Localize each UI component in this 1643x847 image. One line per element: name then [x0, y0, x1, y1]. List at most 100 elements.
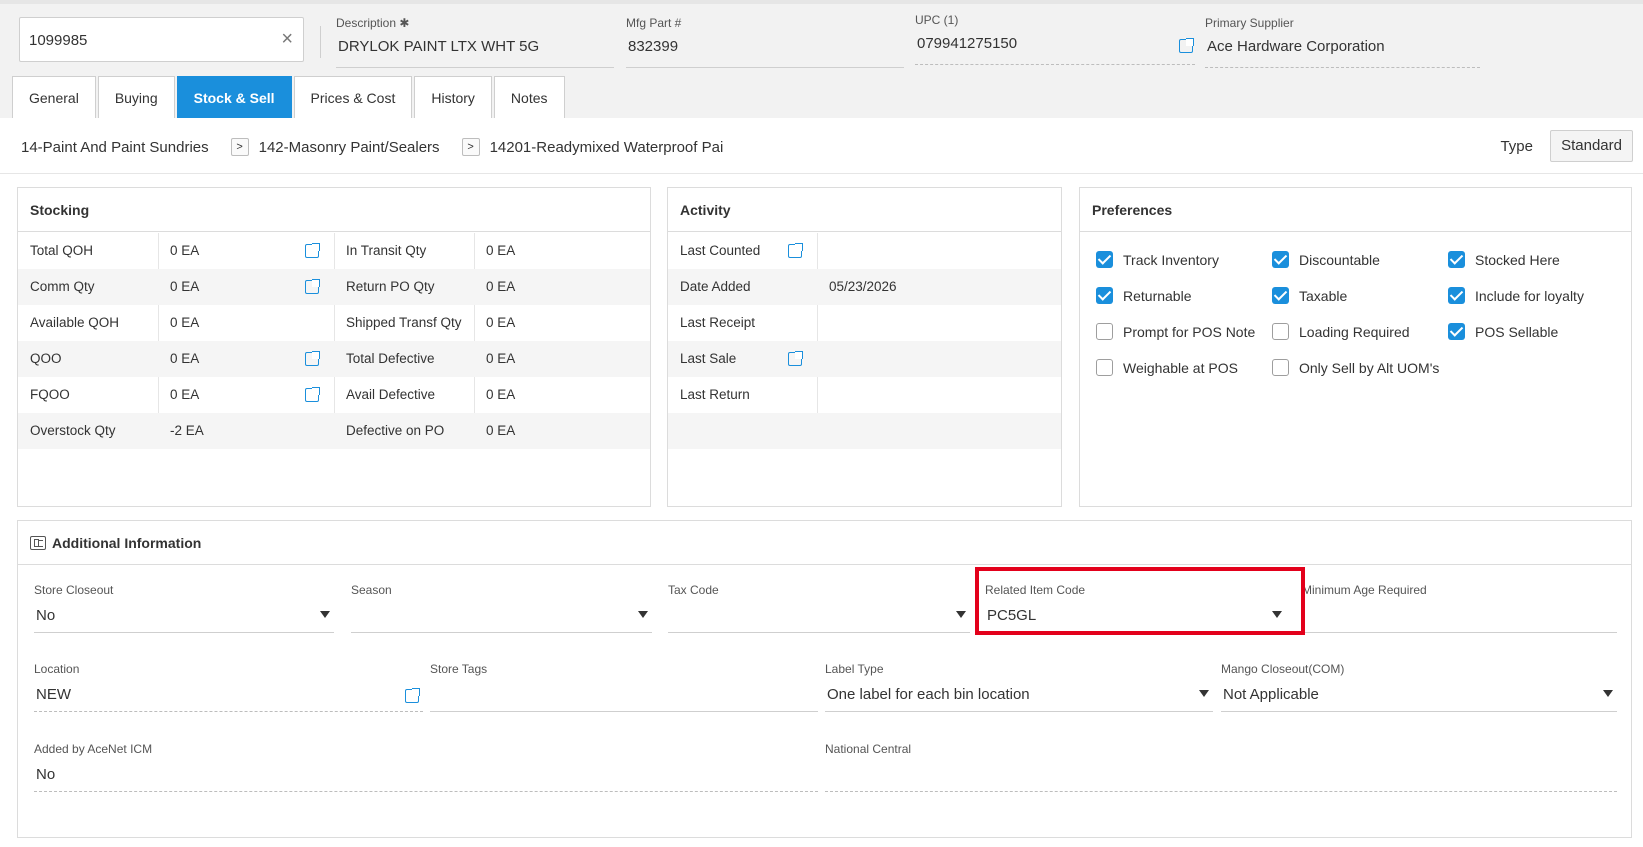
- open-link-icon[interactable]: [305, 351, 320, 366]
- checkbox-checked-icon[interactable]: [1096, 287, 1113, 304]
- field-label: Tax Code: [668, 583, 719, 597]
- tax-code-field: Tax Code: [668, 583, 970, 633]
- mango-closeout-select[interactable]: Not Applicable: [1221, 682, 1617, 712]
- include-for-loyalty-checkbox[interactable]: Include for loyalty: [1448, 287, 1584, 304]
- checkbox-checked-icon[interactable]: [1448, 287, 1465, 304]
- checkbox-label: Track Inventory: [1123, 251, 1219, 268]
- row-value: 0 EA: [486, 279, 516, 294]
- open-link-icon[interactable]: [305, 387, 320, 402]
- checkbox-unchecked-icon[interactable]: [1096, 359, 1113, 376]
- minimum-age-field: Minimum Age Required: [1302, 583, 1617, 633]
- supplier-field: Primary Supplier Ace Hardware Corporatio…: [1205, 16, 1480, 68]
- minimum-age-input[interactable]: [1302, 603, 1617, 633]
- tab-prices-cost[interactable]: Prices & Cost: [293, 76, 413, 118]
- checkbox-checked-icon[interactable]: [1272, 287, 1289, 304]
- field-label: Store Closeout: [34, 583, 114, 597]
- store-closeout-select[interactable]: No: [34, 603, 334, 633]
- row-value: 0 EA: [170, 387, 200, 402]
- checkbox-label: POS Sellable: [1475, 323, 1559, 340]
- mfg-part-label: Mfg Part #: [626, 16, 682, 30]
- discountable-checkbox[interactable]: Discountable: [1272, 251, 1380, 268]
- checkbox-checked-icon[interactable]: [1096, 251, 1113, 268]
- upc-label: UPC (1): [915, 13, 959, 27]
- table-row: Last Receipt: [668, 305, 1061, 341]
- field-label: Store Tags: [430, 662, 488, 676]
- open-link-icon[interactable]: [788, 243, 803, 258]
- taxable-checkbox[interactable]: Taxable: [1272, 287, 1347, 304]
- row-label: Total QOH: [30, 243, 94, 258]
- tab-buying[interactable]: Buying: [97, 76, 175, 118]
- checkbox-unchecked-icon[interactable]: [1272, 359, 1289, 376]
- checkbox-unchecked-icon[interactable]: [1272, 323, 1289, 340]
- row-label: Comm Qty: [30, 279, 95, 294]
- checkbox-checked-icon[interactable]: [1448, 323, 1465, 340]
- breadcrumb-item-department[interactable]: 14-Paint And Paint Sundries: [21, 139, 209, 156]
- checkbox-label: Prompt for POS Note: [1123, 323, 1256, 340]
- loading-required-checkbox[interactable]: Loading Required: [1272, 323, 1410, 340]
- select-value: Not Applicable: [1223, 686, 1319, 703]
- upc-field: UPC (1) 079941275150: [915, 13, 1195, 65]
- item-number-input[interactable]: 1099985 ×: [19, 17, 304, 62]
- open-link-icon[interactable]: [305, 243, 320, 258]
- row-label: Return PO Qty: [346, 279, 435, 294]
- checkbox-checked-icon[interactable]: [1448, 251, 1465, 268]
- checkbox-checked-icon[interactable]: [1272, 251, 1289, 268]
- pos-sellable-checkbox[interactable]: POS Sellable: [1448, 323, 1558, 340]
- row-label: Last Sale: [680, 351, 737, 366]
- tab-stock-sell[interactable]: Stock & Sell: [176, 76, 292, 118]
- row-label: Defective on PO: [346, 423, 445, 438]
- label-type-field: Label Type One label for each bin locati…: [825, 662, 1213, 712]
- checkbox-label: Stocked Here: [1475, 251, 1560, 268]
- row-label: Overstock Qty: [30, 423, 116, 438]
- additional-info-title: Additional Information: [52, 535, 202, 551]
- breadcrumb-item-class[interactable]: 142-Masonry Paint/Sealers: [259, 139, 440, 156]
- row-value: 0 EA: [170, 243, 200, 258]
- open-link-icon[interactable]: [788, 351, 803, 366]
- national-central-field: National Central: [825, 742, 1617, 792]
- tab-general[interactable]: General: [12, 76, 96, 118]
- row-value: 0 EA: [486, 423, 516, 438]
- prompt-pos-note-checkbox[interactable]: Prompt for POS Note: [1096, 323, 1255, 340]
- type-button[interactable]: Standard: [1550, 130, 1633, 162]
- open-link-icon[interactable]: [305, 279, 320, 294]
- store-tags-input[interactable]: [430, 682, 818, 712]
- added-by-acenet-field: Added by AceNet ICM No: [34, 742, 818, 792]
- dropdown-arrow-icon: [638, 611, 648, 618]
- description-label: Description: [336, 16, 397, 30]
- upc-open-icon[interactable]: [1179, 38, 1194, 53]
- info-card-icon: [30, 536, 46, 550]
- item-header: 1099985 × Description ✱ DRYLOK PAINT LTX…: [0, 0, 1643, 118]
- additional-info-panel: Additional Information Store Closeout No…: [17, 520, 1632, 838]
- only-sell-alt-uom-checkbox[interactable]: Only Sell by Alt UOM's: [1272, 359, 1439, 376]
- breadcrumb-item-subclass[interactable]: 14201-Readymixed Waterproof Pai: [490, 139, 724, 156]
- row-value: 05/23/2026: [829, 279, 897, 294]
- mfg-part-input[interactable]: 832399: [626, 38, 904, 68]
- field-label: Minimum Age Required: [1302, 583, 1427, 597]
- checkbox-label: Returnable: [1123, 287, 1192, 304]
- clear-icon[interactable]: ×: [281, 28, 293, 51]
- type-label: Type: [1500, 138, 1533, 155]
- supplier-value: Ace Hardware Corporation: [1205, 38, 1480, 68]
- returnable-checkbox[interactable]: Returnable: [1096, 287, 1192, 304]
- weighable-pos-checkbox[interactable]: Weighable at POS: [1096, 359, 1238, 376]
- preferences-panel: Preferences Track Inventory Discountable…: [1079, 187, 1632, 507]
- tax-code-select[interactable]: [668, 603, 970, 633]
- tab-notes[interactable]: Notes: [493, 76, 565, 118]
- label-type-select[interactable]: One label for each bin location: [825, 682, 1213, 712]
- stocking-title: Stocking: [18, 188, 650, 232]
- chevron-right-icon: >: [461, 138, 480, 156]
- description-input[interactable]: DRYLOK PAINT LTX WHT 5G: [336, 38, 614, 68]
- location-open-icon[interactable]: [405, 688, 420, 703]
- tab-history[interactable]: History: [414, 76, 492, 118]
- breadcrumb-divider: [0, 173, 1643, 174]
- activity-panel: Activity Last Counted Date Added 05/23/2…: [667, 187, 1062, 507]
- track-inventory-checkbox[interactable]: Track Inventory: [1096, 251, 1219, 268]
- activity-title: Activity: [668, 188, 1061, 232]
- row-value: 0 EA: [486, 243, 516, 258]
- checkbox-unchecked-icon[interactable]: [1096, 323, 1113, 340]
- season-select[interactable]: [351, 603, 652, 633]
- table-row: [668, 413, 1061, 449]
- stocked-here-checkbox[interactable]: Stocked Here: [1448, 251, 1560, 268]
- dropdown-arrow-icon: [956, 611, 966, 618]
- top-divider: [0, 0, 1643, 4]
